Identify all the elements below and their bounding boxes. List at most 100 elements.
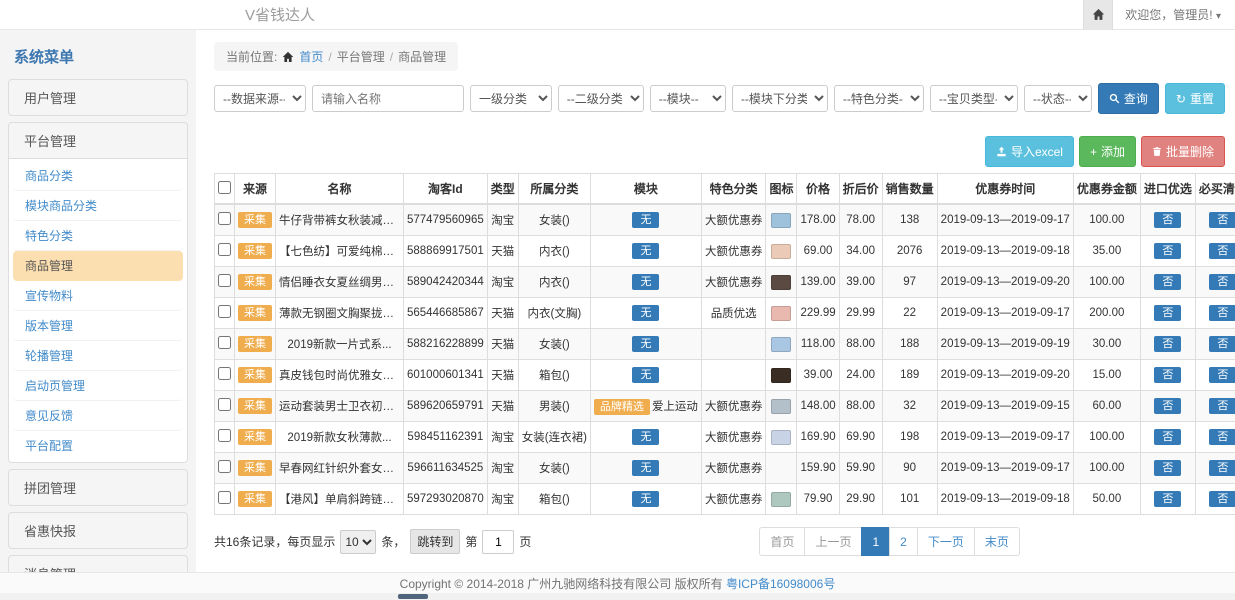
page-button-1[interactable]: 上一页 <box>804 527 862 556</box>
taoke-id: 596611634525 <box>404 453 488 484</box>
sidebar-subitem-2[interactable]: 特色分类 <box>13 221 183 251</box>
sidebar-item-1[interactable]: 平台管理 <box>9 123 187 158</box>
sidebar-subitem-6[interactable]: 轮播管理 <box>13 341 183 371</box>
sidebar-subitem-8[interactable]: 意见反馈 <box>13 401 183 431</box>
must-buy-badge[interactable]: 否 <box>1209 429 1235 445</box>
row-checkbox[interactable] <box>218 212 231 225</box>
breadcrumb-home-link[interactable]: 首页 <box>299 48 323 65</box>
search-button[interactable]: 查询 <box>1098 83 1159 114</box>
source-cell: 采集 <box>235 360 276 391</box>
jump-page-input[interactable] <box>482 530 514 554</box>
scrollbar-thumb[interactable] <box>398 594 428 599</box>
taoke-id: 565446685867 <box>404 298 488 329</box>
horizontal-scrollbar[interactable] <box>0 593 1235 600</box>
per-page-select[interactable]: 10 <box>340 530 376 554</box>
price: 69.00 <box>797 236 839 267</box>
row-checkbox[interactable] <box>218 243 231 256</box>
icon-cell <box>766 453 797 484</box>
feature-category-select[interactable]: --特色分类-- <box>834 85 924 112</box>
pager: 首页上一页12下一页末页 <box>759 527 1019 556</box>
import-pick-badge[interactable]: 否 <box>1154 336 1181 352</box>
import-pick-badge[interactable]: 否 <box>1154 305 1181 321</box>
pagination-row: 共16条记录，每页显示 10 条， 跳转到 第 页 首页上一页12下一页末页 <box>214 527 1225 556</box>
sidebar-subitem-1[interactable]: 模块商品分类 <box>13 191 183 221</box>
row-checkbox[interactable] <box>218 336 231 349</box>
row-checkbox[interactable] <box>218 429 231 442</box>
import-pick-cell: 否 <box>1140 360 1195 391</box>
home-button[interactable] <box>1083 0 1113 30</box>
row-checkbox[interactable] <box>218 274 231 287</box>
import-pick-badge[interactable]: 否 <box>1154 274 1181 290</box>
row-checkbox[interactable] <box>218 491 231 504</box>
sidebar-subitem-3[interactable]: 商品管理 <box>13 251 183 281</box>
data-source-select[interactable]: --数据来源-- <box>214 85 306 112</box>
import-pick-badge[interactable]: 否 <box>1154 398 1181 414</box>
page-button-4[interactable]: 下一页 <box>917 527 975 556</box>
jump-button[interactable]: 跳转到 <box>410 529 460 554</box>
home-icon <box>1092 8 1105 21</box>
import-excel-button[interactable]: 导入excel <box>985 136 1074 167</box>
level1-category-select[interactable]: 一级分类 <box>470 85 552 112</box>
sidebar-item-0[interactable]: 用户管理 <box>9 80 187 115</box>
feature-category <box>701 329 766 360</box>
page-button-3[interactable]: 2 <box>889 527 918 556</box>
import-pick-badge[interactable]: 否 <box>1154 429 1181 445</box>
item-type-select[interactable]: --宝贝类型-- <box>930 85 1018 112</box>
must-buy-badge[interactable]: 否 <box>1209 336 1235 352</box>
must-buy-badge[interactable]: 否 <box>1209 243 1235 259</box>
page-button-0[interactable]: 首页 <box>759 527 805 556</box>
icp-link[interactable]: 粤ICP备16098006号 <box>726 575 835 592</box>
row-checkbox[interactable] <box>218 305 231 318</box>
module-subcategory-select[interactable]: --模块下分类-- <box>732 85 828 112</box>
page-button-5[interactable]: 末页 <box>974 527 1020 556</box>
trash-icon <box>1152 146 1162 157</box>
select-all-checkbox[interactable] <box>218 181 231 194</box>
import-pick-badge[interactable]: 否 <box>1154 243 1181 259</box>
import-pick-badge[interactable]: 否 <box>1154 212 1181 228</box>
level2-category-select[interactable]: --二级分类-- <box>558 85 644 112</box>
name-input[interactable] <box>312 85 464 112</box>
must-buy-badge[interactable]: 否 <box>1209 491 1235 507</box>
import-pick-badge[interactable]: 否 <box>1154 367 1181 383</box>
import-pick-badge[interactable]: 否 <box>1154 460 1181 476</box>
sidebar-item-3[interactable]: 省惠快报 <box>9 513 187 548</box>
must-buy-badge[interactable]: 否 <box>1209 305 1235 321</box>
user-menu[interactable]: 欢迎您，管理员! ▾ <box>1125 6 1221 23</box>
sidebar-item-2[interactable]: 拼团管理 <box>9 470 187 505</box>
must-buy-cell: 否 <box>1195 298 1235 329</box>
discount-price: 24.00 <box>839 360 882 391</box>
sidebar-subitem-9[interactable]: 平台配置 <box>13 431 183 460</box>
coupon-time: 2019-09-13—2019-09-17 <box>937 298 1073 329</box>
must-buy-badge[interactable]: 否 <box>1209 212 1235 228</box>
sidebar-subitem-5[interactable]: 版本管理 <box>13 311 183 341</box>
must-buy-badge[interactable]: 否 <box>1209 398 1235 414</box>
row-checkbox[interactable] <box>218 367 231 380</box>
row-checkbox[interactable] <box>218 460 231 473</box>
product-name: 2019新款一片式系... <box>276 329 404 360</box>
must-buy-badge[interactable]: 否 <box>1209 274 1235 290</box>
row-checkbox-cell <box>215 267 235 298</box>
row-checkbox-cell <box>215 360 235 391</box>
sidebar-subitem-0[interactable]: 商品分类 <box>13 161 183 191</box>
coupon-time: 2019-09-13—2019-09-20 <box>937 360 1073 391</box>
sales-count: 97 <box>882 267 937 298</box>
status-select[interactable]: --状态-- <box>1024 85 1092 112</box>
column-header-2: 淘客Id <box>404 174 488 205</box>
must-buy-badge[interactable]: 否 <box>1209 460 1235 476</box>
icon-cell <box>766 484 797 515</box>
must-buy-badge[interactable]: 否 <box>1209 367 1235 383</box>
module-select[interactable]: --模块-- <box>650 85 726 112</box>
module-badge: 无 <box>632 212 659 228</box>
page-button-2[interactable]: 1 <box>861 527 890 556</box>
sidebar-subitem-4[interactable]: 宣传物料 <box>13 281 183 311</box>
row-checkbox[interactable] <box>218 398 231 411</box>
batch-delete-button[interactable]: 批量删除 <box>1141 136 1225 167</box>
reset-button[interactable]: ↻ 重置 <box>1165 83 1225 114</box>
source-cell: 采集 <box>235 391 276 422</box>
sidebar-panel: 平台管理商品分类模块商品分类特色分类商品管理宣传物料版本管理轮播管理启动页管理意… <box>8 122 188 463</box>
import-pick-badge[interactable]: 否 <box>1154 491 1181 507</box>
product-image-icon <box>771 430 791 445</box>
price: 148.00 <box>797 391 839 422</box>
sidebar-subitem-7[interactable]: 启动页管理 <box>13 371 183 401</box>
add-button[interactable]: + 添加 <box>1079 136 1136 167</box>
